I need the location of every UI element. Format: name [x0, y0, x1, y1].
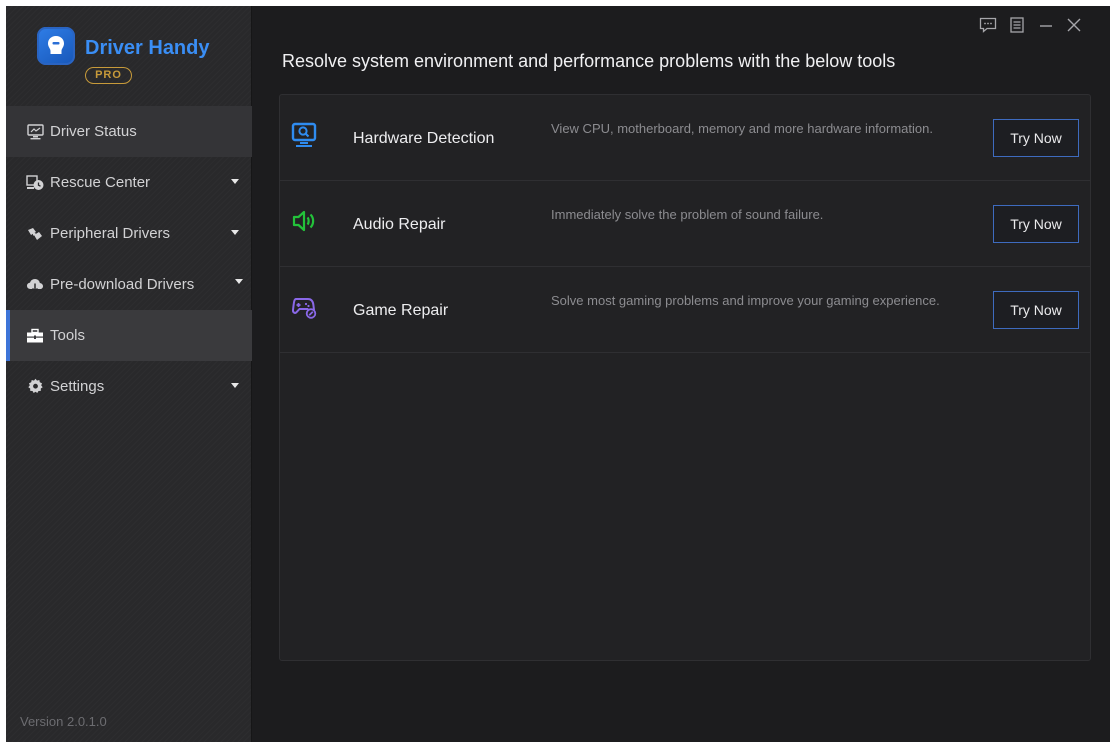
- sidebar-item-label: Peripheral Drivers: [50, 225, 171, 242]
- sidebar-nav: Driver Status Rescue Center Peripheral D…: [6, 106, 252, 412]
- version-label: Version 2.0.1.0: [20, 714, 107, 729]
- chevron-down-icon[interactable]: [231, 383, 239, 388]
- driver-handy-logo-icon: [37, 27, 75, 65]
- monitor-icon: [26, 123, 44, 141]
- tool-description: Immediately solve the problem of sound f…: [551, 207, 824, 222]
- close-icon[interactable]: [1063, 14, 1085, 36]
- sidebar-item-label: Tools: [50, 327, 86, 344]
- tool-name: Hardware Detection: [353, 130, 495, 147]
- sidebar-item-settings[interactable]: Settings: [6, 361, 252, 412]
- tools-panel: Hardware Detection View CPU, motherboard…: [279, 94, 1091, 661]
- tool-row-hardware-detection: Hardware Detection View CPU, motherboard…: [280, 95, 1090, 181]
- tool-name: Audio Repair: [353, 216, 446, 233]
- tool-row-game-repair: Game Repair Solve most gaming problems a…: [280, 267, 1090, 353]
- try-now-game-repair-button[interactable]: Try Now: [993, 291, 1079, 329]
- sidebar: Driver Handy PRO Driver Status Rescue Ce…: [6, 6, 252, 742]
- peripheral-icon: [26, 225, 44, 243]
- app-logo: Driver Handy PRO: [37, 27, 237, 87]
- tool-description: View CPU, motherboard, memory and more h…: [551, 121, 933, 136]
- page-title: Resolve system environment and performan…: [282, 51, 896, 71]
- try-now-audio-repair-button[interactable]: Try Now: [993, 205, 1079, 243]
- hardware-scan-icon: [290, 121, 318, 149]
- tool-name: Game Repair: [353, 302, 449, 319]
- sidebar-item-rescue-center[interactable]: Rescue Center: [6, 157, 252, 208]
- sidebar-item-pre-download-drivers[interactable]: Pre-download Drivers: [6, 259, 252, 310]
- sidebar-item-label: Settings: [50, 378, 105, 395]
- sidebar-item-driver-status[interactable]: Driver Status: [6, 106, 252, 157]
- cloud-download-icon: [26, 276, 44, 294]
- edition-badge: PRO: [85, 67, 132, 84]
- chat-icon[interactable]: [976, 14, 1000, 36]
- minimize-icon[interactable]: [1035, 14, 1057, 36]
- gear-icon: [26, 378, 44, 396]
- chevron-down-icon[interactable]: [231, 230, 239, 235]
- tool-description: Solve most gaming problems and improve y…: [551, 293, 940, 308]
- sidebar-item-peripheral-drivers[interactable]: Peripheral Drivers: [6, 208, 252, 259]
- toolbox-icon: [26, 327, 44, 345]
- tool-row-audio-repair: Audio Repair Immediately solve the probl…: [280, 181, 1090, 267]
- chevron-down-icon[interactable]: [231, 179, 239, 184]
- chevron-down-icon[interactable]: [235, 279, 243, 284]
- speaker-icon: [290, 207, 318, 235]
- sidebar-item-label: Pre-download Drivers: [50, 276, 195, 293]
- sidebar-item-label: Rescue Center: [50, 174, 151, 191]
- sidebar-item-label: Driver Status: [50, 123, 137, 140]
- list-icon[interactable]: [1006, 14, 1028, 36]
- gamepad-icon: [290, 293, 318, 321]
- try-now-hardware-detection-button[interactable]: Try Now: [993, 119, 1079, 157]
- app-name: Driver Handy: [85, 37, 210, 59]
- backup-clock-icon: [26, 174, 44, 192]
- sidebar-item-tools[interactable]: Tools: [6, 310, 252, 361]
- app-window: Driver Handy PRO Driver Status Rescue Ce…: [6, 6, 1110, 742]
